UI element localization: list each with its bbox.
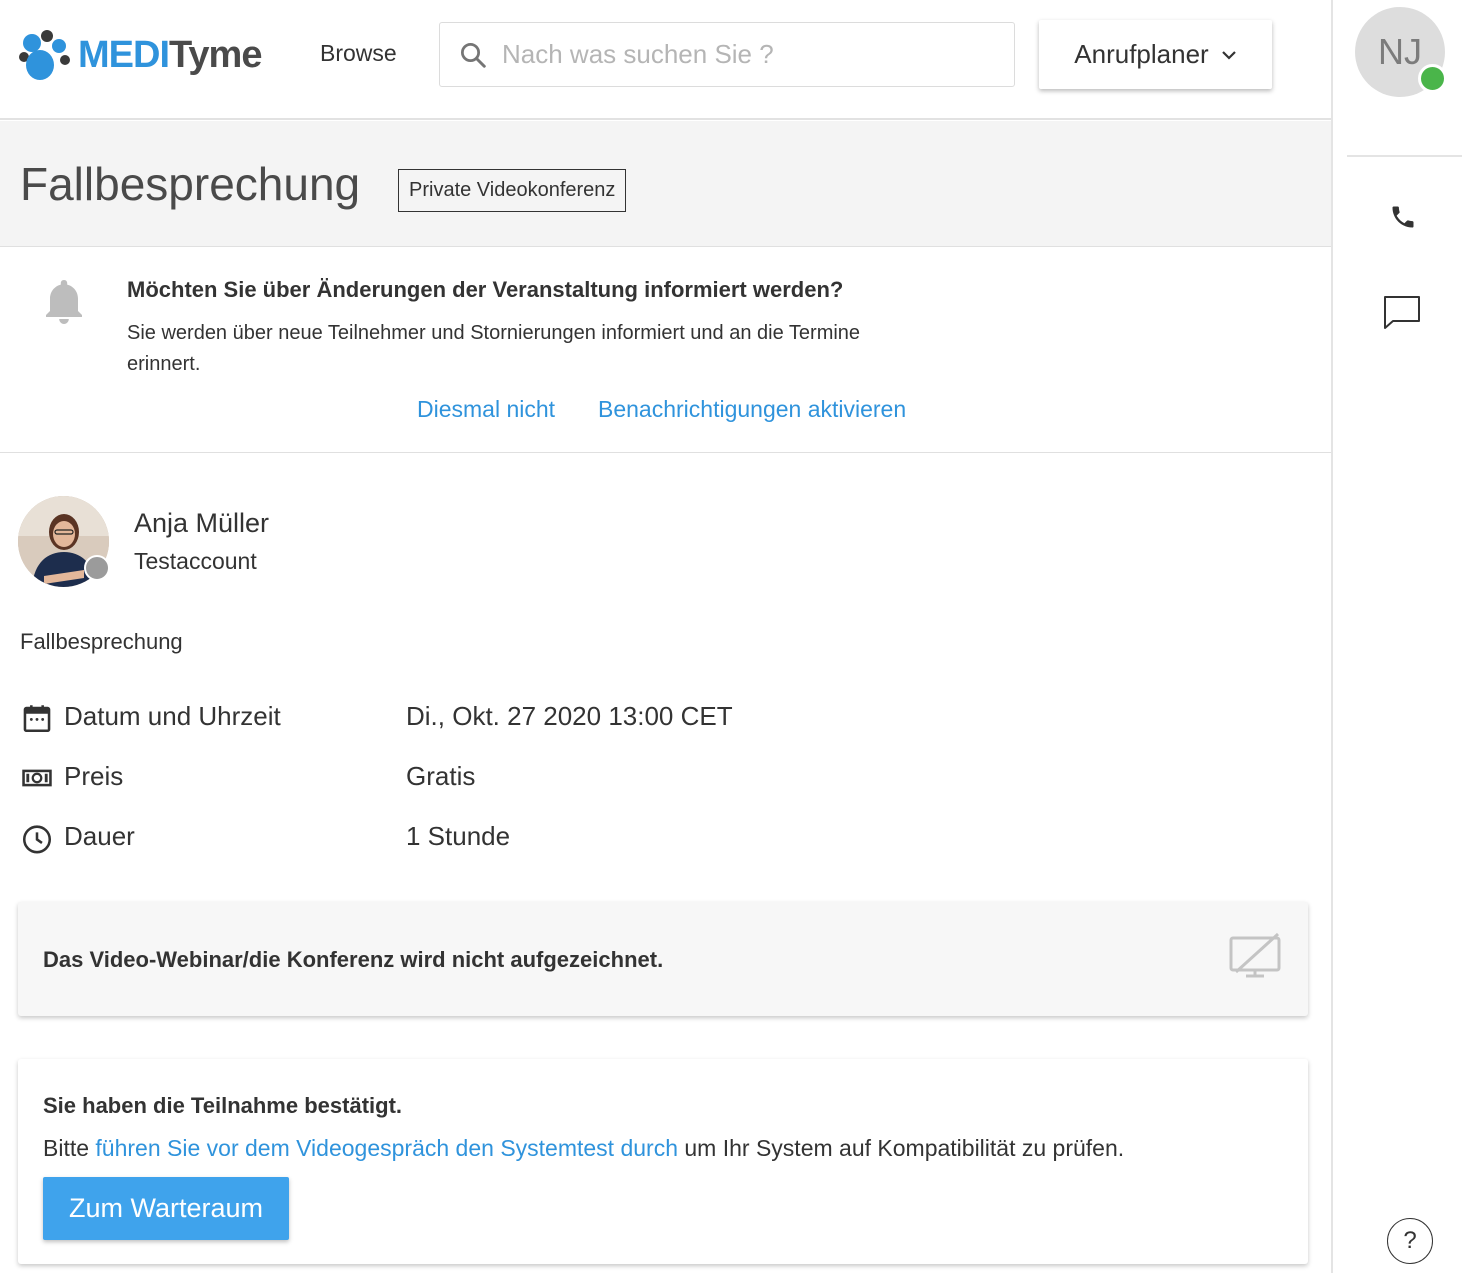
recording-notice-text: Das Video-Webinar/die Konferenz wird nic…	[43, 947, 664, 972]
bell-icon	[46, 280, 82, 324]
no-recording-icon	[1229, 932, 1281, 978]
activate-notifications-button[interactable]: Benachrichtigungen aktivieren	[598, 396, 906, 423]
logo-text: MEDITyme	[78, 33, 262, 76]
confirmation-card: Sie haben die Teilnahme bestätigt. Bitte…	[18, 1059, 1308, 1264]
sidebar-divider	[1347, 155, 1462, 157]
detail-label: Datum und Uhrzeit	[64, 701, 281, 731]
top-bar: MEDITyme Browse Anrufplaner	[0, 0, 1331, 120]
notification-title: Möchten Sie über Änderungen der Veransta…	[127, 277, 844, 302]
system-test-link[interactable]: führen Sie vor dem Videogespräch den Sys…	[95, 1135, 678, 1161]
event-description: Fallbesprechung	[20, 629, 183, 654]
confirmation-title: Sie haben die Teilnahme bestätigt.	[43, 1093, 403, 1118]
call-planner-label: Anrufplaner	[1074, 39, 1209, 69]
waiting-room-button[interactable]: Zum Warteraum	[43, 1177, 289, 1240]
detail-value: Gratis	[406, 761, 476, 791]
help-button[interactable]: ?	[1387, 1218, 1433, 1264]
clock-icon	[22, 825, 52, 854]
chevron-down-icon	[1221, 50, 1236, 60]
detail-row-duration: Dauer 1 Stunde	[20, 817, 1020, 857]
money-icon	[22, 769, 52, 787]
logo-mark-icon	[19, 30, 70, 80]
detail-value: 1 Stunde	[406, 821, 511, 851]
notification-prompt: Möchten Sie über Änderungen der Veransta…	[0, 248, 1331, 453]
confirmation-text-after: um Ihr System auf Kompatibilität zu prüf…	[678, 1135, 1125, 1161]
search-input[interactable]	[502, 39, 982, 70]
online-status-indicator	[1418, 64, 1447, 93]
confirmation-text: Bitte führen Sie vor dem Videogespräch d…	[43, 1135, 1124, 1162]
search-box[interactable]	[439, 22, 1015, 87]
main-content: MEDITyme Browse Anrufplaner Fallbesprech…	[0, 0, 1331, 1273]
logo[interactable]: MEDITyme	[18, 26, 262, 84]
search-icon	[461, 42, 486, 68]
call-planner-button[interactable]: Anrufplaner	[1039, 20, 1272, 89]
phone-icon[interactable]	[1389, 201, 1417, 233]
right-sidebar: NJ ?	[1331, 0, 1462, 1273]
notification-text: Sie werden über neue Teilnehmer und Stor…	[127, 322, 861, 375]
event-title-bar: Fallbesprechung Private Videokonferenz	[0, 121, 1331, 247]
host-name[interactable]: Anja Müller	[134, 508, 269, 539]
page-title: Fallbesprechung	[20, 158, 361, 210]
detail-label: Preis	[64, 761, 124, 791]
browse-link[interactable]: Browse	[320, 40, 397, 67]
detail-label: Dauer	[64, 821, 135, 851]
event-type-badge: Private Videokonferenz	[398, 169, 627, 212]
recording-notice-card: Das Video-Webinar/die Konferenz wird nic…	[18, 902, 1308, 1016]
calendar-icon	[23, 705, 51, 733]
dismiss-notification-button[interactable]: Diesmal nicht	[417, 396, 555, 423]
detail-row-price: Preis Gratis	[20, 757, 1020, 797]
detail-value: Di., Okt. 27 2020 13:00 CET	[406, 701, 733, 731]
host-role: Testaccount	[134, 548, 257, 574]
detail-row-date: Datum und Uhrzeit Di., Okt. 27 2020 13:0…	[20, 697, 1020, 737]
chat-icon[interactable]	[1383, 295, 1421, 331]
host-status-indicator	[84, 555, 110, 581]
confirmation-text-before: Bitte	[43, 1135, 96, 1161]
